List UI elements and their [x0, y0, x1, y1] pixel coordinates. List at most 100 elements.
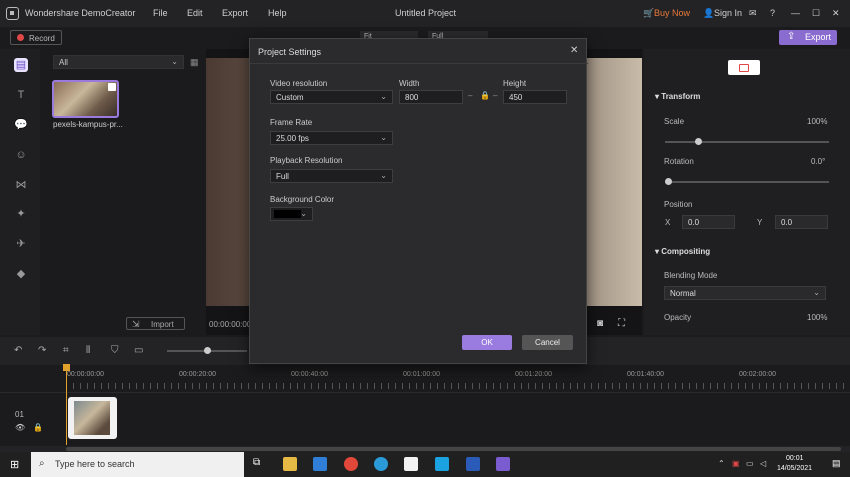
snapshot-icon[interactable]: ◙ [597, 318, 603, 329]
user-icon[interactable]: 👤 [703, 8, 714, 19]
media-filter-select[interactable]: All ⌄ [53, 55, 184, 69]
crop-icon[interactable]: ⌗ [63, 345, 69, 356]
timeline-scrollbar-thumb[interactable] [66, 447, 841, 451]
task-view-icon[interactable]: ⧉ [253, 457, 260, 468]
media-library-icon[interactable]: ▤ [14, 58, 28, 72]
playback-resolution-select[interactable]: Full ⌄ [270, 169, 393, 183]
export-button[interactable]: ⇪ Export [779, 30, 837, 45]
annotation-icon[interactable]: 💬 [14, 118, 28, 132]
file-explorer-icon[interactable] [283, 457, 297, 471]
video-badge-icon [108, 83, 116, 91]
compositing-heading[interactable]: ▾ Compositing [655, 247, 710, 256]
store-icon[interactable] [404, 457, 418, 471]
menu-export[interactable]: Export [222, 8, 248, 18]
background-color-swatch [274, 210, 301, 218]
fullscreen-icon[interactable]: ⛶ [618, 318, 625, 329]
dash-icon: – [468, 91, 473, 100]
network-icon[interactable]: ▭ [746, 459, 754, 468]
playhead[interactable] [66, 365, 67, 445]
project-settings-dialog: Project Settings ✕ Video resolution Cust… [249, 38, 588, 364]
zoom-slider-knob[interactable] [204, 347, 211, 354]
camera-record-button[interactable] [728, 60, 760, 75]
volume-icon[interactable]: ◁ [760, 459, 766, 468]
tray-chevron-icon[interactable]: ⌃ [718, 459, 725, 468]
taskbar-search-input[interactable]: ⌕ Type here to search [31, 452, 244, 477]
dialog-close-icon[interactable]: ✕ [570, 45, 578, 56]
buy-now-link[interactable]: Buy Now [654, 8, 690, 18]
chrome-icon[interactable] [344, 457, 358, 471]
sign-in-link[interactable]: Sign In [714, 8, 742, 18]
position-y-label: Y [757, 218, 763, 227]
menu-help[interactable]: Help [268, 8, 287, 18]
close-window-icon[interactable]: ✕ [832, 8, 840, 19]
transform-heading[interactable]: ▾ Transform [655, 92, 700, 101]
help-icon[interactable]: ? [770, 8, 775, 18]
playhead-handle[interactable] [63, 364, 70, 371]
notifications-icon[interactable]: ▤ [832, 458, 841, 469]
position-x-input[interactable]: 0.0 [682, 215, 735, 229]
background-color-picker[interactable]: ⌄ [270, 207, 313, 221]
export-label: Export [805, 32, 832, 42]
windows-start-icon[interactable]: ⊞ [10, 458, 19, 471]
rotation-slider-knob[interactable] [665, 178, 672, 185]
project-title: Untitled Project [395, 8, 457, 18]
caption-icon[interactable]: ▭ [134, 345, 143, 356]
scale-slider[interactable] [665, 141, 829, 143]
ruler-tick: 00:00:40:00 [291, 371, 328, 378]
import-button[interactable]: ⇲ Import [126, 317, 185, 330]
aspect-lock-icon[interactable]: 🔒 [480, 91, 490, 100]
taskbar-time: 00:01 [786, 455, 804, 462]
eye-icon[interactable]: 👁 [15, 423, 25, 432]
blending-mode-label: Blending Mode [664, 271, 718, 280]
transition-icon[interactable]: ⋈ [14, 178, 28, 192]
mail-icon[interactable]: ✉ [749, 8, 757, 19]
cancel-button[interactable]: Cancel [522, 335, 573, 350]
taskbar-search-placeholder: Type here to search [55, 459, 135, 469]
marker-icon[interactable]: ⛉ [111, 345, 119, 356]
text-icon[interactable]: T [14, 88, 28, 102]
menu-edit[interactable]: Edit [187, 8, 203, 18]
cursor-icon[interactable]: ✈ [14, 237, 28, 251]
grid-view-icon[interactable]: ▦ [190, 57, 199, 68]
rotation-label: Rotation [664, 157, 694, 166]
tray-app-icon[interactable]: ▣ [732, 459, 740, 468]
width-label: Width [399, 79, 420, 88]
ruler-tick: 00:01:40:00 [627, 371, 664, 378]
maximize-icon[interactable]: ☐ [812, 8, 820, 19]
video-resolution-select[interactable]: Custom ⌄ [270, 90, 393, 104]
split-icon[interactable]: ⫴ [86, 345, 90, 356]
width-input[interactable]: 800 [399, 90, 463, 104]
democreator-taskbar-icon[interactable] [496, 457, 510, 471]
scale-slider-knob[interactable] [694, 138, 702, 145]
sticker-icon[interactable]: ☺ [14, 148, 28, 162]
sound-icon[interactable]: ◆ [14, 267, 28, 281]
frame-rate-select[interactable]: 25.00 fps ⌄ [270, 131, 393, 145]
import-label: Import [151, 320, 174, 329]
word-icon[interactable] [466, 457, 480, 471]
ok-button[interactable]: OK [462, 335, 512, 350]
record-button[interactable]: Record [10, 30, 62, 45]
menu-file[interactable]: File [153, 8, 168, 18]
preview-timecode: 00:00:00:00 [209, 320, 252, 329]
video-resolution-label: Video resolution [270, 79, 328, 88]
media-item-name: pexels-kampus-pr... [53, 120, 123, 129]
undo-icon[interactable]: ↶ [14, 345, 22, 356]
chevron-down-icon: ⌄ [380, 171, 387, 180]
lock-icon[interactable]: 🔒 [33, 423, 43, 432]
edge-icon[interactable] [374, 457, 388, 471]
position-y-input[interactable]: 0.0 [775, 215, 828, 229]
height-input[interactable]: 450 [503, 90, 567, 104]
skype-icon[interactable] [435, 457, 449, 471]
effects-icon[interactable]: ✦ [14, 207, 28, 221]
app-logo-icon [6, 7, 19, 20]
blending-mode-value: Normal [670, 289, 696, 298]
cart-icon[interactable]: 🛒 [643, 8, 654, 19]
rotation-slider[interactable] [665, 181, 829, 183]
redo-icon[interactable]: ↷ [38, 345, 46, 356]
blending-mode-select[interactable]: Normal ⌄ [664, 286, 826, 300]
minimize-icon[interactable]: — [791, 8, 800, 18]
playback-resolution-value: Full [276, 172, 289, 181]
opacity-value: 100% [807, 313, 828, 322]
clip-thumbnail [74, 401, 110, 435]
mail-app-icon[interactable] [313, 457, 327, 471]
